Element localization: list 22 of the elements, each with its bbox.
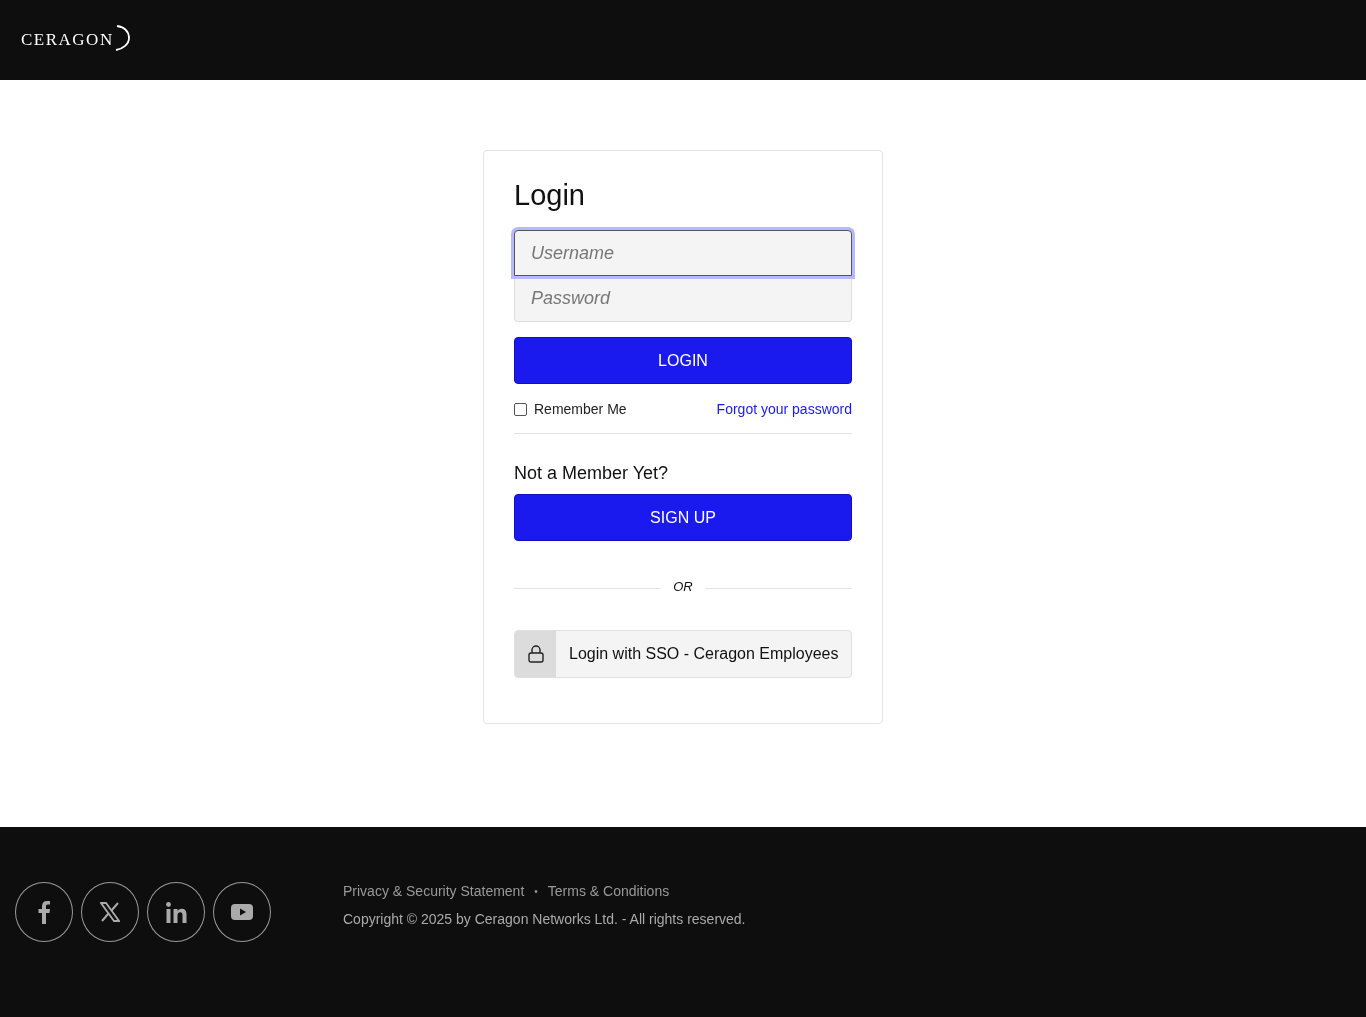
remember-label: Remember Me [534, 401, 627, 417]
login-button[interactable]: LOGIN [514, 337, 852, 384]
x-icon [100, 902, 120, 922]
video-play-icon [231, 904, 253, 920]
signup-button[interactable]: SIGN UP [514, 494, 852, 541]
copyright-text: Copyright © 2025 by Ceragon Networks Ltd. - All rights reserved. [343, 911, 746, 927]
password-field[interactable]: Password [514, 276, 852, 322]
linkedin-icon [165, 901, 187, 923]
lock-icon [527, 645, 544, 663]
facebook-icon [37, 900, 51, 924]
terms-link[interactable]: Terms & Conditions [547, 883, 670, 899]
logo-text: CERAGON [21, 30, 114, 50]
signup-heading: Not a Member Yet? [514, 463, 670, 484]
forgot-password-link[interactable]: Forgot your password [716, 401, 852, 417]
logo-swoosh-icon [114, 25, 131, 51]
username-field[interactable]: Username [514, 230, 852, 276]
login-title: Login [514, 179, 586, 212]
remember-checkbox[interactable] [514, 402, 527, 416]
or-divider-text: OR [673, 579, 693, 594]
privacy-link[interactable]: Privacy & Security Statement [343, 883, 525, 899]
separator-dot: • [534, 885, 538, 897]
sso-login-button[interactable]: Login with SSO - Ceragon Employees [514, 630, 852, 678]
